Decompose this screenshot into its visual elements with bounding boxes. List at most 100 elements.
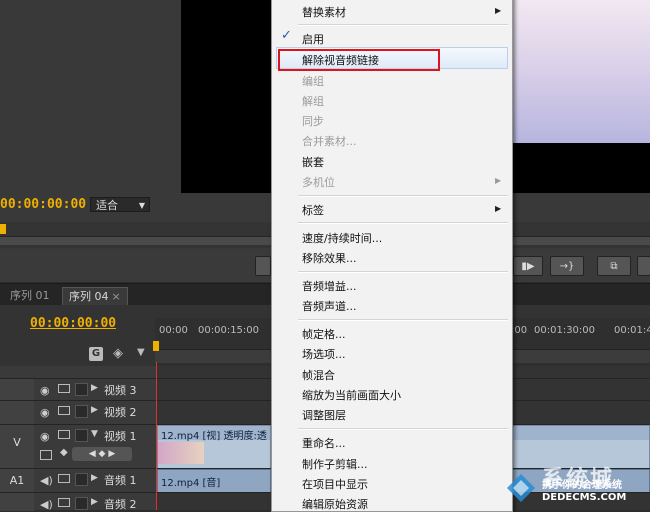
- menu-item-speed-duration[interactable]: 速度/持续时间...: [302, 230, 382, 246]
- checkmark-icon: ✓: [281, 28, 292, 43]
- expand-triangle-icon[interactable]: ▼: [91, 429, 98, 439]
- track-target-label[interactable]: V: [0, 425, 34, 469]
- clip-header: [512, 426, 649, 440]
- speaker-icon[interactable]: ◀): [40, 498, 53, 511]
- monitor-timecode[interactable]: 00:00:00:00: [0, 197, 86, 212]
- track-header: ◉ ▶ 视频 2: [0, 401, 156, 425]
- menu-item-remove-effects[interactable]: 移除效果...: [302, 250, 357, 266]
- track-target-label[interactable]: A1: [0, 469, 34, 493]
- menu-item-audio-gain[interactable]: 音频增益...: [302, 278, 357, 294]
- submenu-arrow-icon: ▶: [495, 176, 502, 185]
- menu-item-rename[interactable]: 重命名...: [302, 435, 346, 451]
- ruler-tick: 00:00:15:00: [198, 325, 260, 336]
- playhead-handle[interactable]: [153, 341, 159, 351]
- speaker-icon[interactable]: ◀): [40, 474, 53, 487]
- marker-icon[interactable]: ▼: [137, 347, 145, 358]
- film-icon[interactable]: [58, 430, 70, 439]
- expand-triangle-icon[interactable]: ▶: [91, 383, 98, 393]
- track-header: ◉ ▶ 视频 3: [0, 379, 156, 401]
- track-name: 视频 1: [104, 430, 137, 443]
- menu-item-scale-to-frame[interactable]: 缩放为当前画面大小: [302, 387, 401, 403]
- film-icon[interactable]: [58, 406, 70, 415]
- menu-item-group[interactable]: 编组: [302, 73, 324, 89]
- expand-triangle-icon[interactable]: ▶: [91, 405, 98, 415]
- audio-clip[interactable]: 12.mp4 [音]: [157, 469, 271, 493]
- ruler-tick: 00:00: [159, 325, 188, 336]
- lock-icon[interactable]: [75, 429, 88, 442]
- menu-item-nest[interactable]: 嵌套: [302, 154, 324, 170]
- lock-icon[interactable]: [75, 383, 88, 396]
- film-icon[interactable]: [58, 384, 70, 393]
- menu-item-merge-clips[interactable]: 合并素材...: [302, 133, 357, 149]
- track-name: 视频 2: [104, 406, 137, 419]
- menu-separator: [298, 428, 508, 430]
- track-target-label[interactable]: [0, 493, 34, 511]
- watermark-url: DEDECMS.COM: [542, 492, 627, 503]
- lock-icon[interactable]: [75, 405, 88, 418]
- keyframe-navigator[interactable]: ◀ ◆ ▶: [72, 447, 132, 461]
- close-icon[interactable]: ×: [112, 290, 121, 303]
- keyframe-icon[interactable]: ◆: [60, 447, 68, 458]
- video-preview-left: [181, 0, 271, 193]
- tab-sequence-01[interactable]: 序列 01: [4, 287, 56, 305]
- monitor-playhead-marker[interactable]: [0, 224, 6, 234]
- menu-separator: [298, 24, 508, 26]
- menu-item-field-options[interactable]: 场选项...: [302, 346, 346, 362]
- snap-icon[interactable]: G: [89, 347, 103, 361]
- track-name: 音频 1: [104, 474, 137, 487]
- menu-item-enable[interactable]: 启用: [302, 31, 324, 47]
- tab-label: 序列 04: [69, 290, 109, 303]
- eye-icon[interactable]: ◉: [40, 406, 50, 419]
- clip-label: 12.mp4 [音]: [161, 478, 221, 489]
- track-header: V ◉ ▼ 视频 1 ◆ ◀ ◆ ▶: [0, 425, 156, 469]
- sync-lock-icon[interactable]: [58, 474, 70, 483]
- add-marker-icon[interactable]: ◈: [113, 346, 123, 361]
- tab-label: 序列 01: [10, 289, 50, 302]
- step-back-button[interactable]: [255, 256, 271, 276]
- timeline-timecode[interactable]: 00:00:00:00: [30, 316, 116, 331]
- menu-item-ungroup[interactable]: 解组: [302, 93, 324, 109]
- expand-triangle-icon[interactable]: ▶: [91, 497, 98, 507]
- menu-item-frame-blend[interactable]: 帧混合: [302, 367, 335, 383]
- tab-sequence-04[interactable]: 序列 04 ×: [62, 287, 128, 306]
- fit-select-value: 适合: [96, 199, 118, 212]
- menu-item-adjustment-layer[interactable]: 调整图层: [302, 407, 346, 423]
- track-target-label[interactable]: [0, 401, 34, 425]
- menu-separator: [298, 319, 508, 321]
- menu-item-make-subclip[interactable]: 制作子剪辑...: [302, 456, 368, 472]
- menu-item-audio-channels[interactable]: 音频声道...: [302, 298, 357, 314]
- track-header: ◀) ▶ 音频 2: [0, 493, 156, 511]
- extract-icon[interactable]: [637, 256, 650, 276]
- menu-item-multi-camera[interactable]: 多机位: [302, 174, 335, 190]
- fit-select[interactable]: 适合 ▼: [90, 197, 150, 212]
- menu-item-replace-footage[interactable]: 替换素材: [302, 4, 346, 20]
- ruler-tick: :00: [511, 325, 528, 336]
- menu-item-sync[interactable]: 同步: [302, 113, 324, 129]
- step-forward-icon[interactable]: ▮▶: [513, 256, 543, 276]
- go-to-out-icon[interactable]: →}: [550, 256, 584, 276]
- menu-item-label[interactable]: 标签: [302, 202, 324, 218]
- menu-item-reveal-in-project[interactable]: 在项目中显示: [302, 476, 368, 492]
- watermark-subtitle: 携手你的合理系统: [542, 480, 622, 491]
- sync-lock-icon[interactable]: [58, 498, 70, 507]
- lift-icon[interactable]: ⧉: [597, 256, 631, 276]
- track-name: 视频 3: [104, 384, 137, 397]
- menu-item-frame-hold[interactable]: 帧定格...: [302, 326, 346, 342]
- playhead-line[interactable]: [156, 362, 157, 510]
- track-target-label[interactable]: [0, 379, 34, 401]
- clip-thumbnail: [158, 442, 204, 464]
- submenu-arrow-icon: ▶: [495, 6, 502, 15]
- lock-icon[interactable]: [75, 497, 88, 510]
- windows-logo-icon: [507, 474, 535, 502]
- ruler-tick: 00:01:30:00: [534, 325, 596, 336]
- video-clip[interactable]: 12.mp4 [视] 透明度:透: [157, 425, 271, 469]
- menu-separator: [298, 222, 508, 224]
- clip-label: 12.mp4 [视] 透明度:透: [161, 431, 267, 442]
- expand-triangle-icon[interactable]: ▶: [91, 473, 98, 483]
- ruler-tick: 00:01:4: [614, 325, 650, 336]
- lock-icon[interactable]: [75, 473, 88, 486]
- display-style-icon[interactable]: [40, 450, 52, 460]
- eye-icon[interactable]: ◉: [40, 430, 50, 443]
- eye-icon[interactable]: ◉: [40, 384, 50, 397]
- chevron-down-icon: ▼: [138, 201, 145, 210]
